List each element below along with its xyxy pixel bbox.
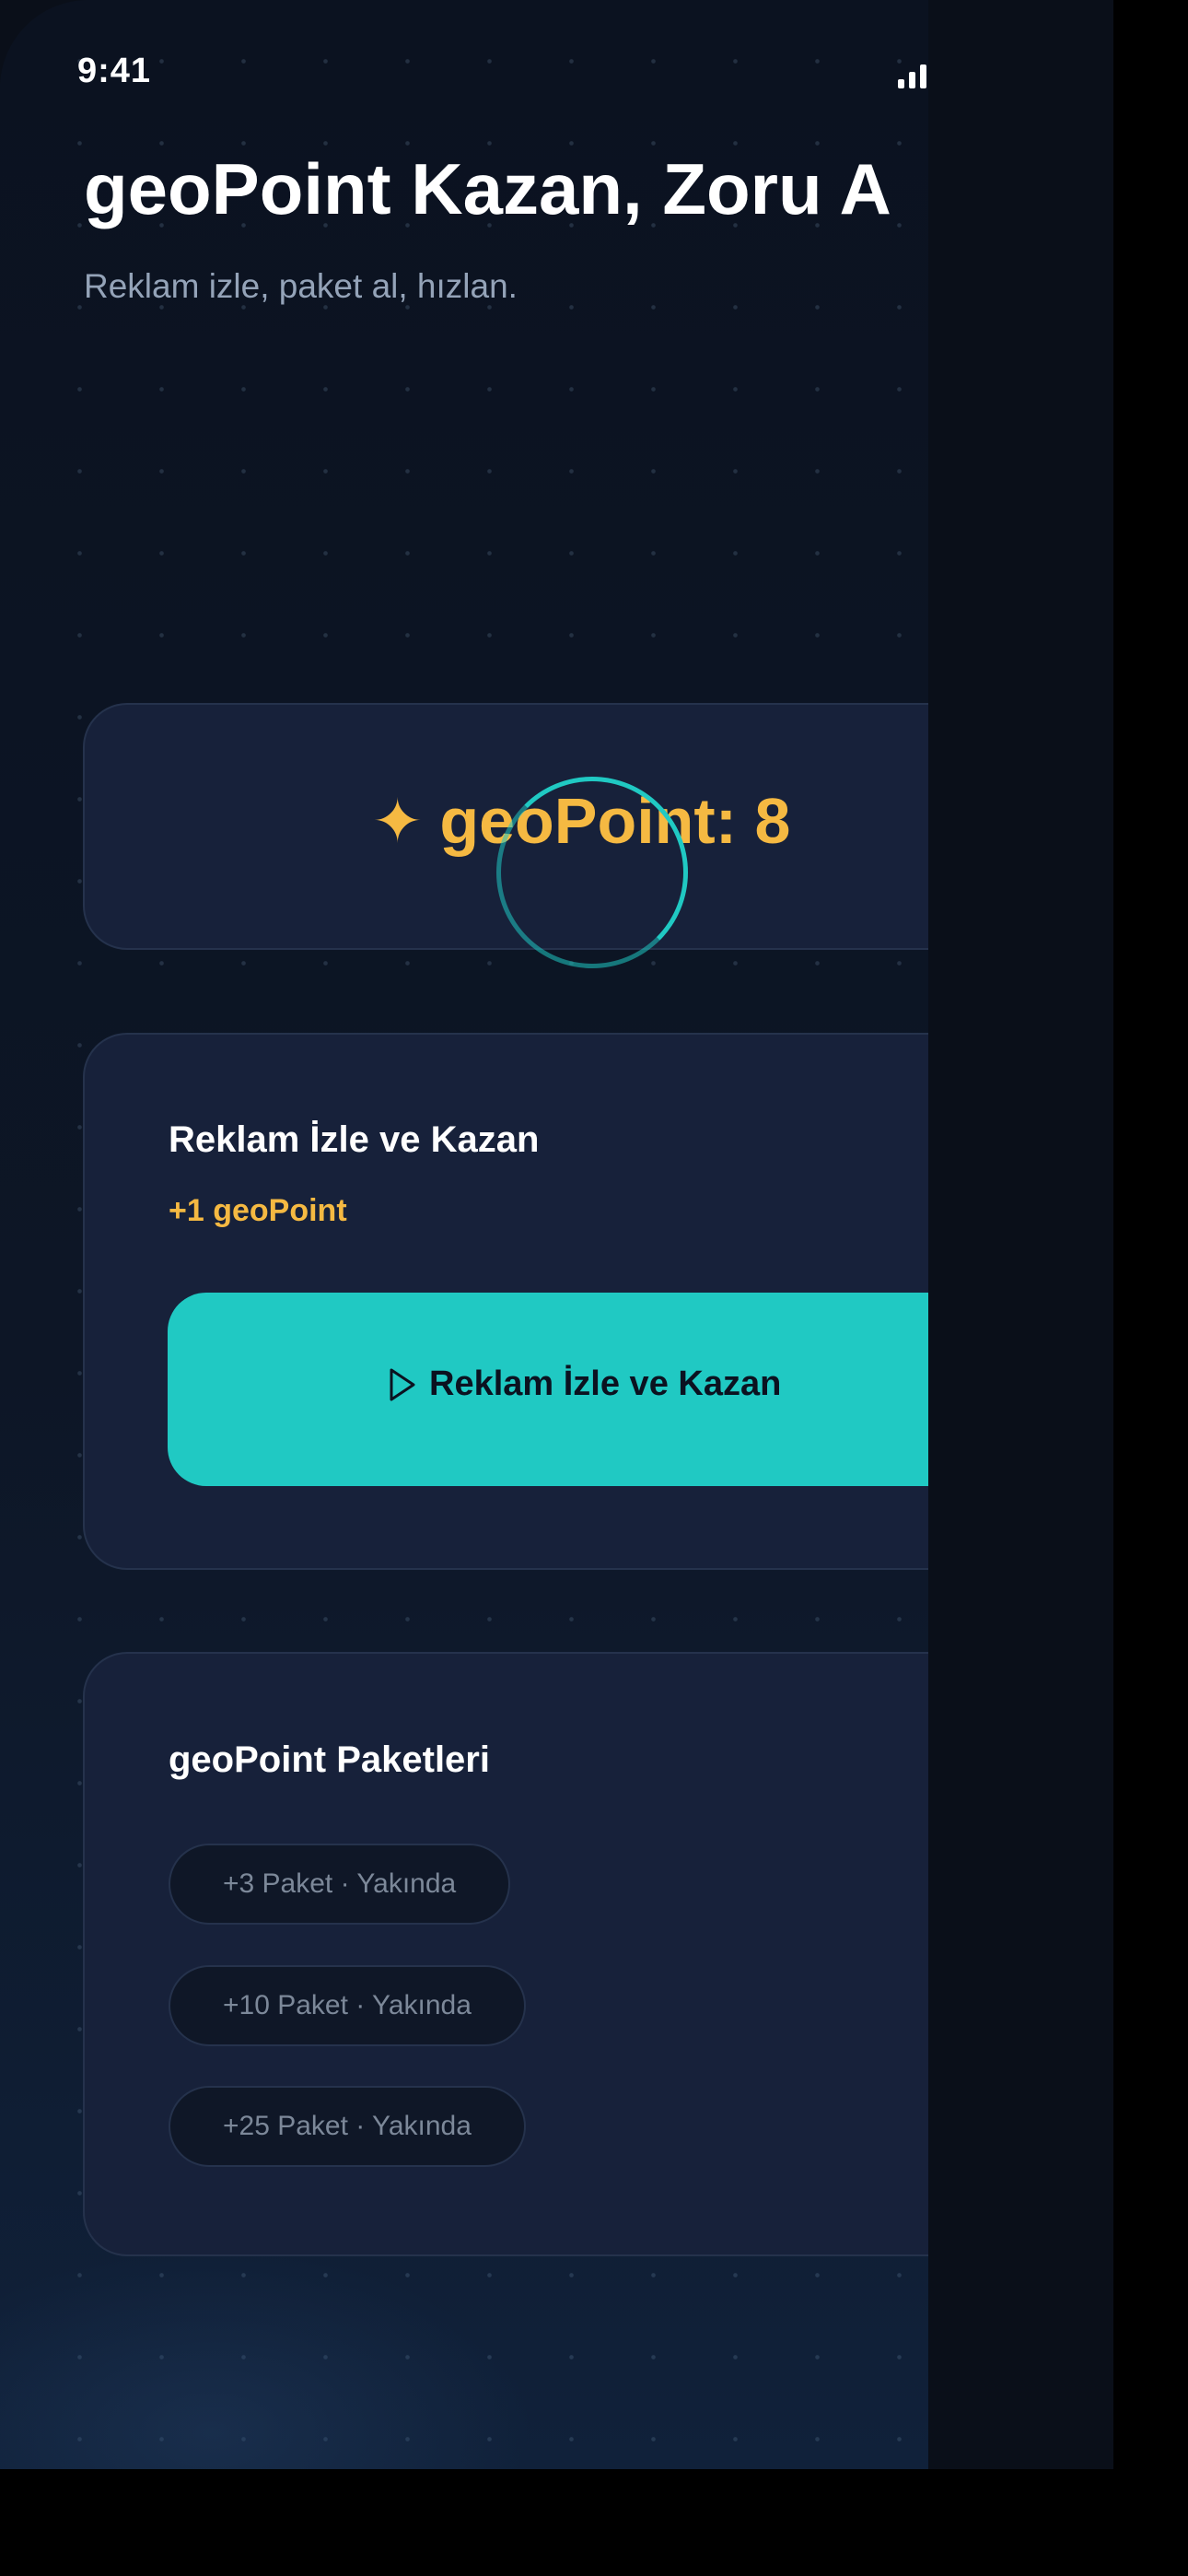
background-glow	[0, 2248, 534, 2469]
loading-spinner	[496, 777, 688, 968]
cellular-signal-icon	[898, 59, 926, 88]
play-icon	[390, 1368, 415, 1400]
watch-ad-button-label: Reklam İzle ve Kazan	[429, 1364, 782, 1403]
watch-ad-card: Reklam İzle ve Kazan +1 geoPoint Reklam …	[83, 1033, 928, 1570]
page-subtitle: Reklam izle, paket al, hızlan.	[84, 267, 518, 305]
reward-amount: +1 geoPoint	[169, 1193, 347, 1228]
watch-ad-button-content: Reklam İzle ve Kazan	[389, 1364, 781, 1404]
packages-title: geoPoint Paketleri	[169, 1739, 490, 1780]
package-pill[interactable]: +3 Paket · Yakında	[169, 1844, 511, 1925]
app-viewport: 9:41 geoPoint Kazan, Zoru A Reklam izle,…	[0, 0, 1113, 2469]
package-pill[interactable]: +10 Paket · Yakında	[169, 1965, 526, 2046]
phone-screen: 9:41 geoPoint Kazan, Zoru A Reklam izle,…	[0, 0, 928, 2469]
package-pill[interactable]: +25 Paket · Yakında	[169, 2086, 526, 2167]
watch-ad-button[interactable]: Reklam İzle ve Kazan	[168, 1293, 928, 1486]
status-bar-time: 9:41	[77, 52, 152, 90]
page-title: geoPoint Kazan, Zoru A	[84, 148, 891, 229]
sparkle-icon: ✦	[372, 786, 424, 855]
watch-ad-title: Reklam İzle ve Kazan	[169, 1119, 540, 1160]
packages-card: geoPoint Paketleri +3 Paket · Yakında +1…	[83, 1652, 928, 2256]
